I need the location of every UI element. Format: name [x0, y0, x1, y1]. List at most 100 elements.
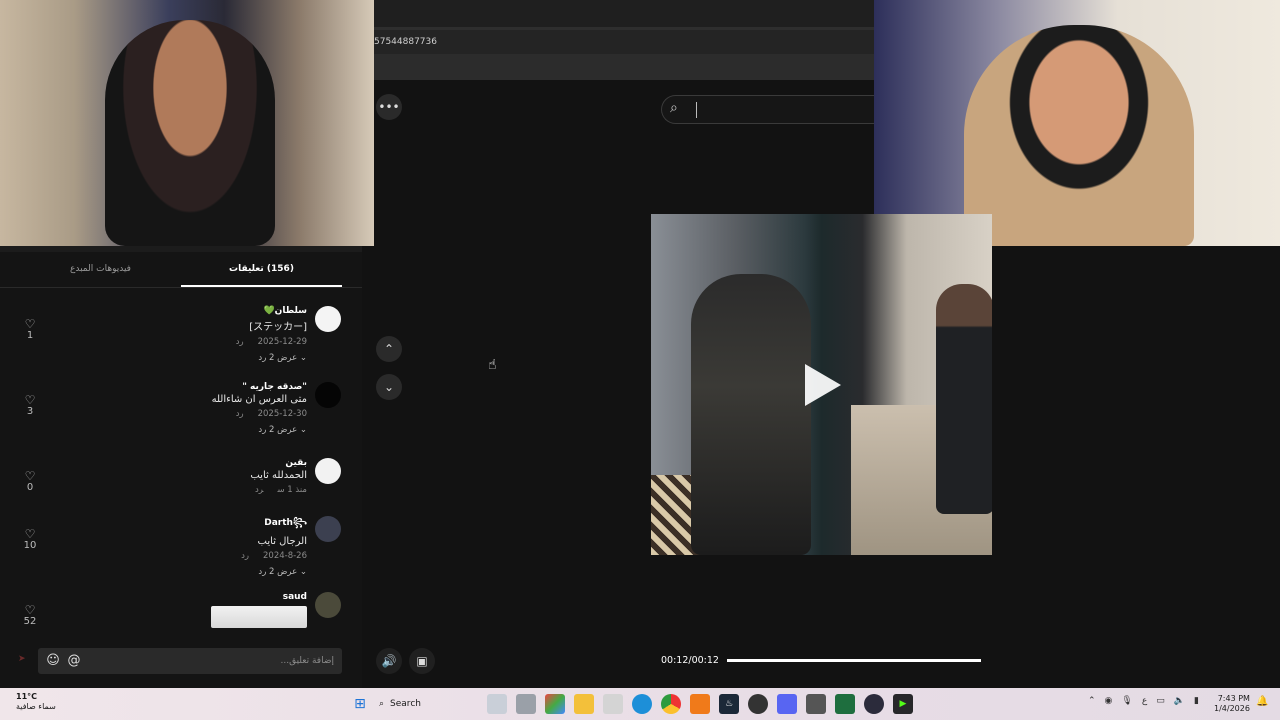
- avatar[interactable]: [315, 592, 341, 618]
- app-icon-a[interactable]: [690, 694, 710, 714]
- comment-body: saud: [67, 592, 307, 628]
- copilot-icon[interactable]: [545, 694, 565, 714]
- mic-icon[interactable]: 🎙: [1121, 696, 1132, 706]
- network-icon[interactable]: ▭: [1156, 696, 1165, 706]
- webcam-left: [0, 0, 374, 246]
- heart-icon: ♡: [24, 469, 36, 483]
- chrome-icon[interactable]: [661, 694, 681, 714]
- comment-input-row: ➤ ☺ @: [0, 642, 362, 688]
- task-view-icon[interactable]: [516, 694, 536, 714]
- like-button[interactable]: ♡ 52: [20, 604, 40, 627]
- like-count: 10: [23, 540, 37, 551]
- heart-icon: ♡: [24, 393, 36, 407]
- speaker-icon[interactable]: 🔈: [1174, 696, 1185, 706]
- mention-icon[interactable]: @: [65, 652, 83, 670]
- system-tray: ⌃ ◉ 🎙 ع ▭ 🔈 ▮: [1088, 696, 1208, 706]
- avatar[interactable]: [315, 306, 341, 332]
- like-button[interactable]: ♡ 0: [20, 470, 40, 493]
- avatar[interactable]: [315, 516, 341, 542]
- like-button[interactable]: ♡ 10: [20, 528, 40, 551]
- kick-icon[interactable]: ▶: [893, 694, 913, 714]
- taskbar-search[interactable]: ⌕ Search: [379, 694, 479, 714]
- view-replies-label: عرض 2 رد: [258, 425, 298, 435]
- weather-temp: 11°C: [16, 692, 38, 701]
- clock-time: 7:43 PM: [1217, 694, 1250, 703]
- antivirus-icon[interactable]: ◉: [1105, 696, 1113, 706]
- heart-icon: ♡: [24, 527, 36, 541]
- comment-user[interactable]: بقين: [67, 458, 307, 468]
- reply-link[interactable]: رد: [255, 485, 263, 495]
- language-icon[interactable]: ع: [1142, 696, 1147, 706]
- video-frame-person: [691, 274, 811, 555]
- previous-video-button[interactable]: ⌃: [376, 336, 402, 362]
- steam-icon[interactable]: ♨: [719, 694, 739, 714]
- comment-image[interactable]: [211, 606, 307, 628]
- tab-creator-videos[interactable]: فيديوهات المبدع: [20, 252, 181, 287]
- like-button[interactable]: ♡ 3: [20, 394, 40, 417]
- reply-link[interactable]: رد: [236, 409, 244, 419]
- browser-tab-strip: [374, 0, 874, 30]
- comment-user[interactable]: saud: [67, 592, 307, 602]
- discord-icon[interactable]: [777, 694, 797, 714]
- like-button[interactable]: ♡ 1: [20, 318, 40, 341]
- view-replies[interactable]: ⌄ عرض 2 رد: [67, 425, 307, 435]
- comment-date: 2024-8-26: [263, 551, 307, 561]
- windows-start-icon[interactable]: ⊞: [350, 694, 370, 714]
- more-options-button[interactable]: •••: [376, 94, 402, 120]
- obs-icon[interactable]: [748, 694, 768, 714]
- chevron-up-icon[interactable]: ⌃: [1088, 696, 1096, 706]
- view-replies-label: عرض 2 رد: [258, 567, 298, 577]
- excel-icon[interactable]: [835, 694, 855, 714]
- reply-link[interactable]: رد: [236, 337, 244, 347]
- comment-meta: 2025-12-29 رد: [67, 337, 307, 347]
- video-player[interactable]: [651, 214, 992, 555]
- next-video-button[interactable]: ⌄: [376, 374, 402, 400]
- comment-user[interactable]: سلطان💚: [67, 306, 307, 316]
- edge-icon[interactable]: [632, 694, 652, 714]
- comments-tabs: (156) تعليقات فيديوهات المبدع: [0, 252, 362, 288]
- like-count: 3: [26, 406, 34, 417]
- view-replies[interactable]: ⌄ عرض 2 رد: [67, 567, 307, 577]
- search-icon: ⌕: [379, 699, 385, 709]
- comment-user[interactable]: Darth꧂: [67, 516, 307, 534]
- view-replies[interactable]: ⌄ عرض 2 رد: [67, 353, 307, 363]
- send-icon[interactable]: ➤: [18, 654, 26, 664]
- progress-bar[interactable]: [727, 659, 981, 662]
- notification-icon[interactable]: 🔔: [1256, 696, 1268, 707]
- taskbar: 11°C سماء صافية ⊞ ⌕ Search ♨ ▶ ⌃ ◉ 🎙 ع ▭…: [0, 688, 1280, 720]
- address-bar[interactable]: 57544887736: [374, 30, 874, 54]
- widget-icon[interactable]: [487, 694, 507, 714]
- comment-text: متى العرس ان شاءالله: [211, 394, 307, 405]
- clock[interactable]: 7:43 PM 1/4/2026: [1214, 694, 1250, 714]
- browser-toolbar: [374, 54, 874, 80]
- avatar[interactable]: [315, 382, 341, 408]
- play-icon[interactable]: [805, 364, 841, 406]
- avatar[interactable]: [315, 458, 341, 484]
- comment-text: [ステッカー]: [249, 322, 307, 333]
- emoji-icon[interactable]: ☺: [44, 652, 62, 670]
- comment-body: "صدقه جاريه " متى العرس ان شاءالله 2025-…: [67, 382, 307, 435]
- reply-link[interactable]: رد: [241, 551, 249, 561]
- comment-body: سلطان💚 [ステッカー] 2025-12-29 رد ⌄ عرض 2 رد: [67, 306, 307, 363]
- webcam-right: [874, 0, 1280, 246]
- text-caret: [696, 102, 697, 118]
- comment-input-box: ☺ @: [38, 648, 342, 674]
- volume-button[interactable]: 🔊: [376, 648, 402, 674]
- tab-comments[interactable]: (156) تعليقات: [181, 252, 342, 287]
- search-box[interactable]: ⌕: [661, 95, 874, 124]
- app-icon-b[interactable]: [806, 694, 826, 714]
- like-count: 1: [26, 330, 34, 341]
- pip-button[interactable]: ▣: [409, 648, 435, 674]
- streamer-right: [964, 25, 1194, 246]
- video-frame-person-2: [936, 284, 992, 514]
- search-icon: ⌕: [670, 100, 678, 116]
- comment-user[interactable]: "صدقه جاريه ": [67, 382, 307, 392]
- file-explorer-icon[interactable]: [574, 694, 594, 714]
- battery-icon[interactable]: ▮: [1194, 696, 1199, 706]
- comment-meta: منذ 1 س رد: [67, 485, 307, 495]
- app-icon-c[interactable]: [864, 694, 884, 714]
- store-icon[interactable]: [603, 694, 623, 714]
- comment-input[interactable]: [134, 653, 334, 669]
- view-replies-label: عرض 2 رد: [258, 353, 298, 363]
- weather-widget[interactable]: 11°C سماء صافية: [16, 692, 56, 712]
